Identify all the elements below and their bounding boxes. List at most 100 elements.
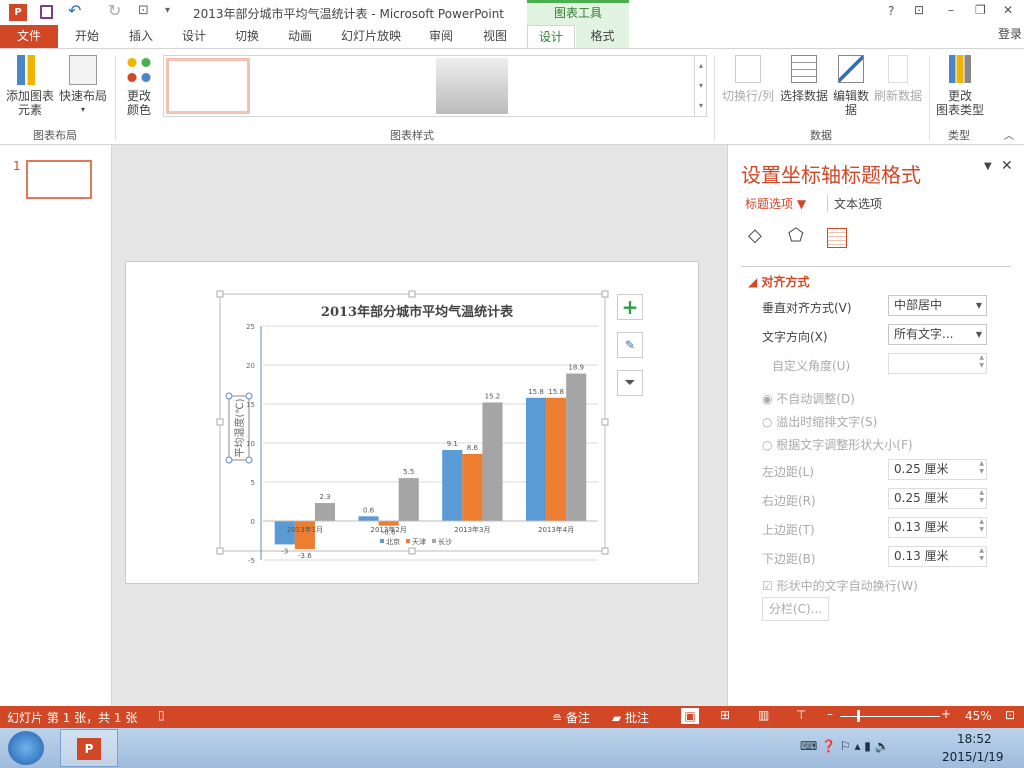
reading-view-icon[interactable]: ▥ — [758, 708, 769, 722]
bar-长沙 — [482, 402, 503, 521]
chart-elements-button[interactable]: + — [617, 294, 643, 320]
close-button[interactable]: ✕ — [1003, 3, 1013, 17]
chart-style-1[interactable] — [166, 58, 250, 114]
tab-design[interactable]: 设计 — [171, 25, 217, 48]
clock-time[interactable]: 18:52 — [957, 732, 992, 746]
radio-resize-shape[interactable]: ○ 根据文字调整形状大小(F) — [762, 436, 913, 453]
gallery-scroll[interactable]: ▴ ▾ ▾ — [694, 56, 707, 116]
data-label: 18.9 — [568, 364, 584, 372]
add-chart-element-button[interactable]: 添加图表 元素 — [4, 55, 56, 117]
vertical-alignment-select[interactable]: 中部居中 ▼ — [888, 295, 987, 316]
bottom-margin-input[interactable]: 0.13 厘米 ▲ ▼ — [888, 546, 987, 567]
zoom-level[interactable]: 45% — [965, 709, 992, 723]
redo-icon[interactable]: ↻ — [108, 1, 121, 20]
chart-filter-icon[interactable]: ⏷ — [617, 370, 643, 396]
y-axis-title: 平均温度(℃) — [233, 398, 246, 457]
zoom-in-button[interactable]: + — [941, 707, 951, 721]
chart[interactable]: 2013年部分城市平均气温统计表 -5 0 5 10 15 20 25 -3 -3.6 2.3 201… — [126, 262, 700, 585]
chart-style-3[interactable] — [346, 58, 430, 114]
slideshow-icon[interactable]: ⊤ — [796, 708, 806, 722]
slide-canvas[interactable]: 2013年部分城市平均气温统计表 -5 0 5 10 15 20 25 -3 -3.6 2.3 201… — [125, 261, 699, 584]
minimize-button[interactable]: – — [948, 3, 954, 17]
y-tick-label: 0 — [251, 518, 255, 526]
data-label: 15.8 — [548, 388, 564, 396]
powerpoint-logo-icon: P — [9, 4, 27, 21]
tab-chart-design[interactable]: 设计 — [527, 25, 575, 49]
chart-type-icon — [949, 55, 971, 83]
notes-button[interactable]: ≘ 备注 — [552, 709, 590, 726]
chart-style-2[interactable] — [256, 58, 340, 114]
tab-insert[interactable]: 插入 — [118, 25, 164, 48]
ribbon-display-button[interactable]: ⊡ — [914, 3, 924, 17]
edit-data-button[interactable]: 编辑数据 — [830, 55, 872, 117]
quick-layout-icon — [69, 55, 97, 85]
help-button[interactable]: ? — [888, 4, 894, 18]
fill-line-icon[interactable]: ◇ — [748, 225, 762, 246]
quick-layout-button[interactable]: 快速布局 ▾ — [58, 55, 108, 117]
chart-resize-handle — [216, 547, 224, 555]
normal-view-icon[interactable]: ▣ — [681, 708, 699, 724]
chart-style-6[interactable] — [610, 58, 694, 114]
login-link[interactable]: 登录 — [996, 23, 1024, 46]
tab-view[interactable]: 视图 — [472, 25, 518, 48]
y-tick-label: 10 — [246, 440, 255, 448]
right-margin-input[interactable]: 0.25 厘米 ▲ ▼ — [888, 488, 987, 509]
tab-home[interactable]: 开始 — [64, 25, 110, 48]
tray-icons[interactable]: ⌨ ❓ ⚐ ▴ ▮ 🔈 — [800, 739, 890, 753]
undo-icon[interactable]: ↶ — [68, 1, 81, 20]
select-data-button[interactable]: 选择数据 — [778, 55, 830, 103]
collapse-ribbon-icon[interactable]: ︿ — [1004, 127, 1014, 142]
customize-qat-icon[interactable]: ▾ — [165, 5, 170, 16]
slideshow-start-icon[interactable]: ⊡ — [138, 3, 149, 18]
refresh-data-button[interactable]: 刷新数据 — [872, 55, 924, 103]
tab-file[interactable]: 文件 — [0, 25, 58, 48]
ribbon-tabs: 文件 开始 插入 设计 切换 动画 幻灯片放映 审阅 视图 设计 格式 登录 — [0, 23, 1024, 49]
chart-style-5[interactable] — [518, 58, 602, 114]
radio-no-autofit[interactable]: ◉ 不自动调整(D) — [762, 390, 855, 407]
chart-styles-gallery[interactable]: ▴ ▾ ▾ — [163, 55, 707, 117]
chart-style-4[interactable] — [436, 58, 508, 114]
comments-button[interactable]: ▰ 批注 — [612, 709, 649, 726]
slide-thumbnails: 1 — [0, 145, 112, 706]
slide-sorter-icon[interactable]: ⊞ — [720, 708, 730, 722]
tab-slideshow[interactable]: 幻灯片放映 — [336, 25, 406, 48]
pane-close-button[interactable]: ✕ — [1001, 158, 1013, 174]
taskbar-powerpoint[interactable]: P — [60, 729, 118, 767]
slide-thumbnail-1[interactable] — [26, 160, 92, 199]
maximize-button[interactable]: ❐ — [975, 3, 986, 17]
pane-options-icon[interactable]: ▼ — [984, 161, 992, 172]
fit-slide-icon[interactable]: ⊡ — [1005, 708, 1015, 722]
bar-天津 — [546, 397, 567, 521]
bar-天津 — [462, 453, 483, 521]
tab-text-options[interactable]: 文本选项 — [827, 195, 882, 212]
chart-tools-context: 图表工具 — [527, 0, 629, 25]
switch-row-column-button[interactable]: 切换行/列 — [720, 55, 776, 103]
spellcheck-icon[interactable]: ▯ — [158, 708, 165, 722]
tab-title-options[interactable]: 标题选项 ▼ — [745, 195, 806, 212]
bar-天津 — [378, 521, 399, 526]
start-button[interactable] — [8, 731, 44, 765]
text-direction-select[interactable]: 所有文字... ▼ — [888, 324, 987, 345]
chart-resize-handle — [601, 290, 609, 298]
tab-chart-format[interactable]: 格式 — [576, 25, 629, 48]
size-properties-icon[interactable] — [827, 228, 847, 248]
chart-styles-brush-icon[interactable]: ✎ — [617, 332, 643, 358]
left-margin-input[interactable]: 0.25 厘米 ▲ ▼ — [888, 459, 987, 480]
radio-shrink-overflow[interactable]: ○ 溢出时缩排文字(S) — [762, 413, 877, 430]
change-chart-type-button[interactable]: 更改 图表类型 — [932, 55, 988, 117]
columns-button[interactable]: 分栏(C)... — [762, 597, 829, 621]
wrap-text-checkbox[interactable]: ☑ 形状中的文字自动换行(W) — [762, 577, 918, 594]
zoom-out-button[interactable]: – — [827, 707, 833, 721]
tab-review[interactable]: 审阅 — [418, 25, 464, 48]
section-alignment[interactable]: ◢ 对齐方式 — [748, 273, 809, 290]
chart-resize-handle — [216, 290, 224, 298]
clock-date[interactable]: 2015/1/19 — [942, 750, 1004, 764]
tab-transitions[interactable]: 切换 — [224, 25, 270, 48]
zoom-slider[interactable] — [840, 710, 940, 722]
custom-angle-input[interactable]: ▲ ▼ — [888, 353, 987, 374]
tab-animations[interactable]: 动画 — [277, 25, 323, 48]
change-colors-button[interactable]: 更改 颜色 — [118, 55, 160, 117]
effects-icon[interactable]: ⬠ — [788, 225, 804, 246]
save-icon[interactable] — [40, 5, 53, 19]
top-margin-input[interactable]: 0.13 厘米 ▲ ▼ — [888, 517, 987, 538]
